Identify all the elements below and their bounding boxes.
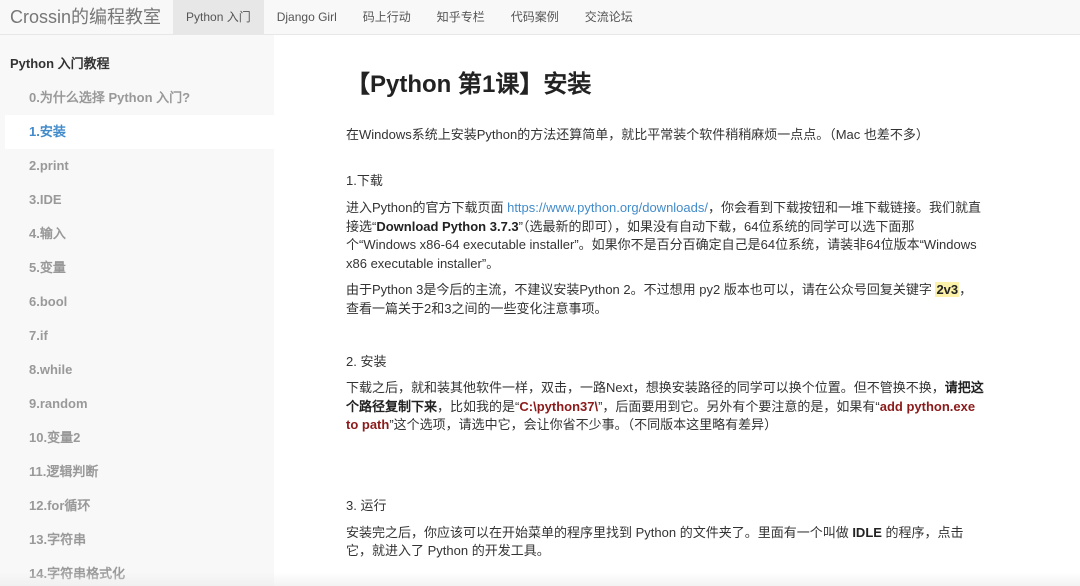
sidebar-item[interactable]: 4.输入 xyxy=(0,217,274,251)
nav-forum[interactable]: 交流论坛 xyxy=(572,0,646,35)
top-navbar: Crossin的编程教室 Python 入门 Django Girl 码上行动 … xyxy=(0,0,1080,35)
sidebar: Python 入门教程 0.为什么选择 Python 入门? 1.安装 2.pr… xyxy=(0,35,274,586)
bold-text: Download Python 3.7.3 xyxy=(376,218,519,234)
nav-django-girl[interactable]: Django Girl xyxy=(264,0,350,35)
sidebar-item[interactable]: 8.while xyxy=(0,353,274,387)
sidebar-item[interactable]: 0.为什么选择 Python 入门? xyxy=(0,81,274,115)
sidebar-item[interactable]: 9.random xyxy=(0,387,274,421)
python-download-link[interactable]: https://www.python.org/downloads/ xyxy=(507,200,708,215)
install-path-text: C:\python37\ xyxy=(519,398,599,414)
text-span: 安装完之后，你应该可以在开始菜单的程序里找到 Python 的文件夹了。里面有一… xyxy=(346,524,853,540)
sidebar-item[interactable]: 11.逻辑判断 xyxy=(0,455,274,489)
highlight-keyword: 2v3 xyxy=(935,282,960,297)
nav-code-examples[interactable]: 代码案例 xyxy=(498,0,572,35)
text-span: 下载之后，就和装其他软件一样，双击，一路Next，想换安装路径的同学可以换个位置… xyxy=(346,380,945,395)
text-span: 进入Python的官方下载页面 xyxy=(346,200,508,215)
sidebar-item-active[interactable]: 1.安装 xyxy=(5,115,274,149)
sidebar-item[interactable]: 6.bool xyxy=(0,285,274,319)
site-brand[interactable]: Crossin的编程教室 xyxy=(0,0,173,35)
sidebar-item[interactable]: 7.if xyxy=(0,319,274,353)
run-paragraph: 安装完之后，你应该可以在开始菜单的程序里找到 Python 的文件夹了。里面有一… xyxy=(346,524,984,561)
sidebar-item[interactable]: 10.变量2 xyxy=(0,421,274,455)
bold-text: IDLE xyxy=(852,524,882,540)
page-title: 【Python 第1课】安装 xyxy=(346,71,592,98)
section-heading-run: 3. 运行 xyxy=(346,497,387,513)
sidebar-item[interactable]: 12.for循环 xyxy=(0,489,274,523)
nav-python-intro[interactable]: Python 入门 xyxy=(173,0,264,35)
download-paragraph: 进入Python的官方下载页面 https://www.python.org/d… xyxy=(346,199,984,273)
sidebar-item[interactable]: 14.字符串格式化 xyxy=(0,557,274,586)
text-span: ”，后面要用到它。另外有个要注意的是，如果有“ xyxy=(598,398,880,414)
sidebar-item[interactable]: 13.字符串 xyxy=(0,523,274,557)
sidebar-item[interactable]: 2.print xyxy=(0,149,274,183)
section-heading-install: 2. 安装 xyxy=(346,354,387,369)
article: 【Python 第1课】安装 在Windows系统上安装Python的方法还算简… xyxy=(274,68,984,561)
sidebar-title: Python 入门教程 xyxy=(10,56,110,71)
nav-code-action[interactable]: 码上行动 xyxy=(350,0,424,35)
text-span: 由于Python 3是今后的主流，不建议安装Python 2。不过想用 py2 … xyxy=(346,282,936,297)
main-content: 【Python 第1课】安装 在Windows系统上安装Python的方法还算简… xyxy=(274,35,1080,586)
py2-note-paragraph: 由于Python 3是今后的主流，不建议安装Python 2。不过想用 py2 … xyxy=(346,281,984,318)
section-heading-download: 1.下载 xyxy=(346,173,383,188)
text-span: ”这个选项，请选中它，会让你省不少事。（不同版本这里略有差异） xyxy=(389,417,778,432)
install-paragraph: 下载之后，就和装其他软件一样，双击，一路Next，想换安装路径的同学可以换个位置… xyxy=(346,379,984,435)
sidebar-item[interactable]: 3.IDE xyxy=(0,183,274,217)
nav-zhihu-column[interactable]: 知乎专栏 xyxy=(424,0,498,35)
intro-paragraph: 在Windows系统上安装Python的方法还算简单，就比平常装个软件稍稍麻烦一… xyxy=(346,127,929,142)
sidebar-item[interactable]: 5.变量 xyxy=(0,251,274,285)
text-span: ，比如我的是“ xyxy=(437,398,520,414)
